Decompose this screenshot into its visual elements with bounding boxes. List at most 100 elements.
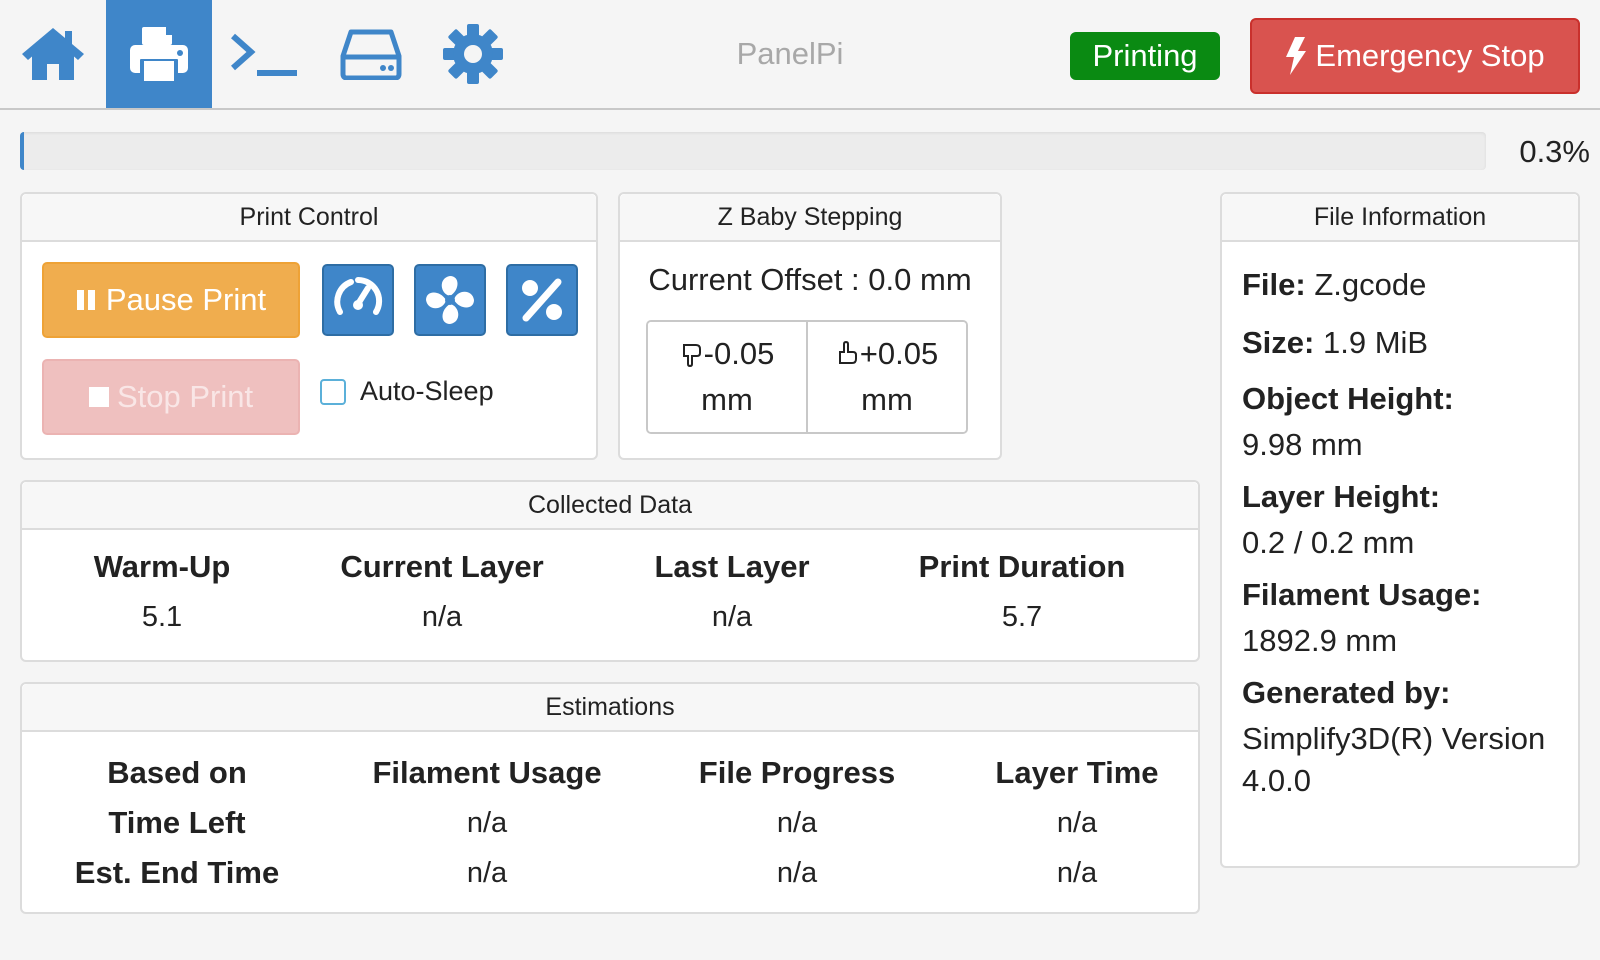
collected-data-grid: Warm-Up 5.1 Current Layer n/a Last Layer… <box>22 530 1198 642</box>
generated-by-label: Generated by: <box>1242 675 1451 710</box>
auto-sleep-checkbox[interactable] <box>320 378 346 405</box>
current-layer-stat: Current Layer n/a <box>292 542 592 642</box>
current-offset-readout: Current Offset : 0.0 mm <box>620 262 1000 298</box>
filament-usage-value: 1892.9 mm <box>1242 623 1398 658</box>
estimations-table: Based on Time Left Est. End Time Filamen… <box>22 732 1198 898</box>
file-information-title: File Information <box>1222 194 1578 242</box>
print-duration-stat: Print Duration 5.7 <box>872 542 1172 642</box>
lightning-bolt-icon <box>1286 37 1307 75</box>
stat-header: Current Layer <box>340 549 544 584</box>
print-progress-bar <box>20 132 1486 170</box>
object-height-value: 9.98 mm <box>1242 427 1363 462</box>
drive-icon <box>340 29 402 80</box>
generated-by-row: Generated by: Simplify3D(R) Version 4.0.… <box>1242 668 1558 802</box>
filament-usage-column: Filament Usage n/a n/a <box>332 748 642 898</box>
baby-step-down-value: -0.05 <box>703 336 775 371</box>
stop-print-button[interactable]: Stop Print <box>42 359 300 435</box>
emergency-stop-button[interactable]: Emergency Stop <box>1250 18 1580 94</box>
pause-print-button[interactable]: Pause Print <box>42 262 300 338</box>
terminal-icon <box>231 33 297 76</box>
table-cell: n/a <box>466 807 508 839</box>
top-navbar: PanelPi Printing Emergency Stop <box>0 0 1600 110</box>
row-label: Time Left <box>108 805 246 840</box>
collected-data-panel: Collected Data Warm-Up 5.1 Current Layer… <box>20 480 1200 662</box>
table-header: Layer Time <box>995 755 1159 790</box>
nav-settings-button[interactable] <box>420 0 526 108</box>
file-name-value: Z.gcode <box>1314 267 1427 302</box>
extrusion-factor-button[interactable] <box>506 264 578 336</box>
stat-value: 5.7 <box>1001 601 1043 633</box>
nav-home-button[interactable] <box>0 0 106 108</box>
table-cell: n/a <box>1056 807 1098 839</box>
printer-status-badge: Printing <box>1070 32 1220 80</box>
file-size-value: 1.9 MiB <box>1322 325 1429 360</box>
z-baby-stepping-panel: Z Baby Stepping Current Offset : 0.0 mm … <box>618 192 1002 460</box>
table-header: Filament Usage <box>372 755 602 790</box>
baby-step-up-value: +0.05 <box>859 336 939 371</box>
layer-height-row: Layer Height: 0.2 / 0.2 mm <box>1242 472 1558 564</box>
estimations-title: Estimations <box>22 684 1198 732</box>
filament-usage-label: Filament Usage: <box>1242 577 1482 612</box>
nav-terminal-button[interactable] <box>212 0 318 108</box>
print-progress-fill <box>20 132 25 170</box>
current-offset-unit: mm <box>920 262 972 297</box>
baby-step-down-button[interactable]: -0.05 mm <box>648 322 806 432</box>
table-header: Based on <box>107 755 247 790</box>
z-baby-stepping-title: Z Baby Stepping <box>620 194 1000 242</box>
baby-step-up-unit: mm <box>861 382 913 417</box>
home-icon <box>22 28 84 80</box>
object-height-label: Object Height: <box>1242 381 1454 416</box>
stat-value: n/a <box>711 601 753 633</box>
current-offset-label: Current Offset : <box>648 262 860 297</box>
layer-height-label: Layer Height: <box>1242 479 1441 514</box>
app-title: PanelPi <box>736 36 844 71</box>
printer-icon <box>130 27 188 81</box>
fan-icon <box>426 276 474 324</box>
last-layer-stat: Last Layer n/a <box>592 542 872 642</box>
baby-step-up-button[interactable]: +0.05 mm <box>806 322 966 432</box>
collected-data-title: Collected Data <box>22 482 1198 530</box>
current-offset-value: 0.0 <box>868 262 912 297</box>
nav-storage-button[interactable] <box>318 0 424 108</box>
file-information-panel: File Information File: Z.gcode Size: 1.9… <box>1220 192 1580 868</box>
filament-usage-row: Filament Usage: 1892.9 mm <box>1242 570 1558 662</box>
table-cell: n/a <box>776 857 818 889</box>
pause-print-label: Pause Print <box>105 282 267 317</box>
print-control-panel: Print Control Pause Print Stop Print Aut… <box>20 192 598 460</box>
stat-header: Print Duration <box>918 549 1126 584</box>
layer-height-value: 0.2 / 0.2 mm <box>1242 525 1415 560</box>
file-name-label: File: <box>1242 267 1306 302</box>
print-progress-text: 0.3% <box>1519 134 1590 169</box>
pause-icon <box>76 290 95 310</box>
stop-icon <box>88 387 109 407</box>
speedometer-icon <box>334 276 383 315</box>
stat-value: n/a <box>421 601 463 633</box>
estimations-panel: Estimations Based on Time Left Est. End … <box>20 682 1200 914</box>
percent-icon <box>522 278 562 322</box>
table-cell: n/a <box>1056 857 1098 889</box>
table-cell: n/a <box>466 857 508 889</box>
baby-step-down-unit: mm <box>701 382 753 417</box>
warm-up-stat: Warm-Up 5.1 <box>32 542 292 642</box>
hand-point-up-icon <box>838 341 857 364</box>
fan-speed-button[interactable] <box>414 264 486 336</box>
file-information-body: File: Z.gcode Size: 1.9 MiB Object Heigh… <box>1222 242 1578 802</box>
hand-point-down-icon <box>682 344 701 367</box>
file-size-row: Size: 1.9 MiB <box>1242 318 1558 368</box>
object-height-row: Object Height: 9.98 mm <box>1242 374 1558 466</box>
stat-value: 5.1 <box>141 601 183 633</box>
gear-icon <box>443 24 503 84</box>
auto-sleep-toggle[interactable]: Auto-Sleep <box>320 376 494 407</box>
generated-by-value: Simplify3D(R) Version 4.0.0 <box>1242 721 1546 798</box>
layer-time-column: Layer Time n/a n/a <box>952 748 1202 898</box>
emergency-stop-label: Emergency Stop <box>1315 38 1545 73</box>
table-header: File Progress <box>698 755 896 790</box>
estimations-row-labels: Based on Time Left Est. End Time <box>22 748 332 898</box>
stat-header: Warm-Up <box>93 549 231 584</box>
speed-factor-button[interactable] <box>322 264 394 336</box>
row-label: Est. End Time <box>74 855 280 890</box>
baby-step-button-group: -0.05 mm +0.05 mm <box>646 320 968 434</box>
print-control-title: Print Control <box>22 194 596 242</box>
auto-sleep-label: Auto-Sleep <box>360 376 494 406</box>
nav-print-button[interactable] <box>106 0 212 108</box>
